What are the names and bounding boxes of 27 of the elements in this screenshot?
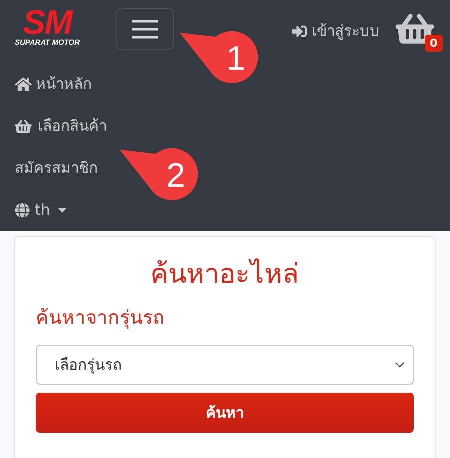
cart-count: 0 bbox=[425, 35, 443, 52]
menu-item[interactable]: th bbox=[15, 189, 68, 231]
globe-icon bbox=[15, 202, 30, 218]
callout-number: 2 bbox=[166, 156, 186, 197]
sign-in-icon bbox=[292, 24, 307, 39]
card-title: ค้นหาอะไหล่ bbox=[150, 258, 300, 292]
login-text: เข้าสู่ระบบ bbox=[312, 21, 380, 42]
logo-mark: SM bbox=[23, 8, 72, 38]
search-button[interactable]: ค้นหา bbox=[36, 393, 414, 433]
menu-button[interactable] bbox=[116, 8, 174, 50]
select-value: เลือกรุ่นรถ bbox=[55, 354, 123, 376]
menu-label: เลือกสินค้า bbox=[38, 116, 107, 137]
callout-number: 1 bbox=[226, 39, 246, 80]
menu-item[interactable]: เลือกสินค้า bbox=[15, 105, 107, 147]
menu-label: หน้าหลัก bbox=[36, 74, 92, 95]
menu-item[interactable]: หน้าหลัก bbox=[15, 63, 92, 105]
card-subtitle: ค้นหาจากรุ่นรถ bbox=[36, 306, 166, 331]
menu-icon bbox=[132, 20, 158, 38]
menu-item[interactable]: สมัครสมาชิก bbox=[15, 147, 98, 189]
basket-icon bbox=[15, 118, 32, 134]
login-link[interactable]: เข้าสู่ระบบ bbox=[292, 20, 380, 42]
caret-icon bbox=[58, 208, 68, 212]
home-icon bbox=[15, 76, 32, 92]
menu-label: th bbox=[35, 200, 50, 221]
menu-label: สมัครสมาชิก bbox=[15, 158, 98, 179]
chevron-down-icon bbox=[395, 362, 405, 368]
model-select[interactable]: เลือกรุ่นรถ bbox=[36, 345, 414, 385]
